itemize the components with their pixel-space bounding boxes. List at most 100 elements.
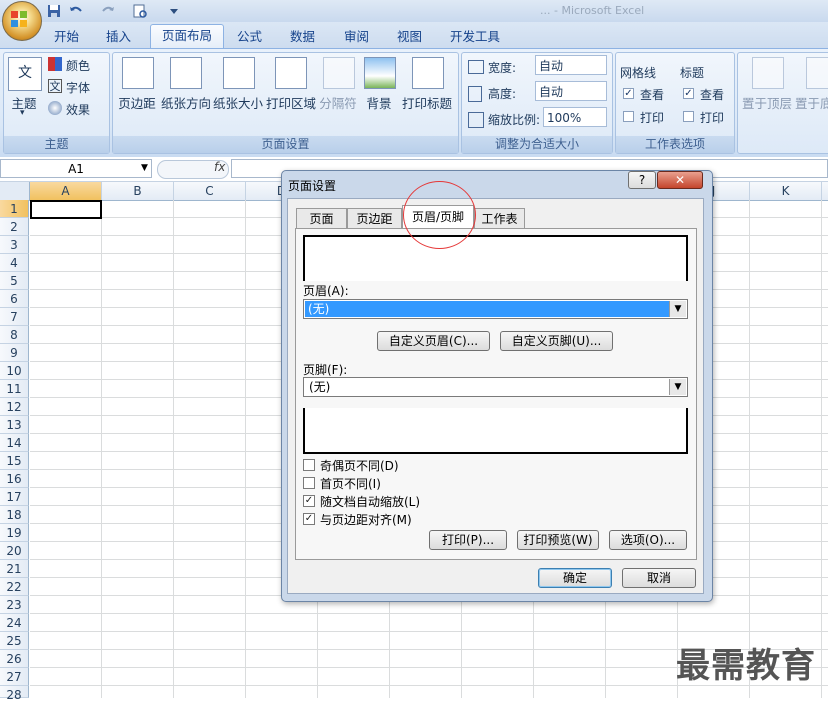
print-button[interactable]: 打印(P)... [429, 530, 507, 550]
row-header[interactable]: 14 [0, 434, 29, 452]
first-page-checkbox[interactable] [303, 477, 315, 489]
row-header[interactable]: 11 [0, 380, 29, 398]
odd-even-label: 奇偶页不同(D) [320, 459, 399, 473]
row-header[interactable]: 9 [0, 344, 29, 362]
dialog-tab-sheet[interactable]: 工作表 [474, 208, 525, 228]
footer-select[interactable]: (无) ▼ [303, 377, 688, 397]
close-button[interactable]: ✕ [657, 171, 703, 189]
tab-view[interactable]: 视图 [397, 27, 422, 47]
headings-view-label: 查看 [700, 88, 725, 102]
tab-data[interactable]: 数据 [290, 27, 315, 47]
grid-line [173, 200, 174, 698]
name-box-dropdown-icon[interactable]: ▼ [141, 163, 148, 173]
active-cell[interactable] [30, 200, 102, 219]
gridlines-view-label: 查看 [640, 88, 665, 102]
tab-page-layout[interactable]: 页面布局 [150, 24, 224, 49]
bring-to-front-button[interactable]: 置于顶层 [742, 93, 792, 112]
print-preview-icon[interactable] [132, 3, 148, 19]
headings-print-label: 打印 [700, 111, 725, 125]
row-header[interactable]: 7 [0, 308, 29, 326]
orientation-button[interactable]: 纸张方向 [160, 93, 212, 112]
dialog-tab-page[interactable]: 页面 [296, 208, 347, 228]
select-all-corner[interactable] [0, 182, 30, 200]
name-box[interactable]: A1 [0, 159, 152, 178]
footer-preview [303, 408, 688, 454]
scale-with-doc-label: 随文档自动缩放(L) [320, 495, 421, 509]
row-header[interactable]: 12 [0, 398, 29, 416]
background-button[interactable]: 背景 [360, 93, 398, 112]
height-label: 高度: [488, 87, 517, 101]
row-header[interactable]: 18 [0, 506, 29, 524]
row-header[interactable]: 23 [0, 596, 29, 614]
theme-colors-button[interactable]: 颜色 [66, 57, 90, 74]
gridlines-print-checkbox[interactable] [623, 111, 634, 122]
row-header[interactable]: 15 [0, 452, 29, 470]
row-header[interactable]: 22 [0, 578, 29, 596]
row-header[interactable]: 25 [0, 632, 29, 650]
scale-with-doc-checkbox[interactable]: ✓ [303, 495, 315, 507]
row-header[interactable]: 17 [0, 488, 29, 506]
row-header[interactable]: 3 [0, 236, 29, 254]
print-titles-button[interactable]: 打印标题 [400, 93, 454, 112]
row-header[interactable]: 28 [0, 686, 29, 702]
ok-button[interactable]: 确定 [538, 568, 612, 588]
row-header[interactable]: 16 [0, 470, 29, 488]
custom-header-button[interactable]: 自定义页眉(C)... [377, 331, 490, 351]
row-header[interactable]: 26 [0, 650, 29, 668]
row-header[interactable]: 24 [0, 614, 29, 632]
tab-review[interactable]: 审阅 [344, 27, 369, 47]
send-to-back-button[interactable]: 置于底层 [795, 93, 828, 112]
headings-label: 标题 [680, 66, 705, 80]
row-header[interactable]: 19 [0, 524, 29, 542]
cancel-button[interactable]: 取消 [622, 568, 696, 588]
column-header[interactable]: B [102, 182, 174, 200]
print-preview-button[interactable]: 打印预览(W) [517, 530, 599, 550]
breaks-icon [323, 57, 355, 89]
print-area-button[interactable]: 打印区域 [265, 93, 317, 112]
theme-effects-button[interactable]: 效果 [66, 101, 90, 118]
height-combo[interactable]: 自动 [535, 81, 607, 101]
row-header[interactable]: 6 [0, 290, 29, 308]
help-button[interactable]: ? [628, 171, 656, 189]
chevron-down-icon[interactable]: ▼ [669, 379, 686, 395]
custom-footer-button[interactable]: 自定义页脚(U)... [500, 331, 613, 351]
row-header[interactable]: 27 [0, 668, 29, 686]
row-header[interactable]: 13 [0, 416, 29, 434]
customize-icon[interactable] [166, 3, 182, 19]
save-icon[interactable] [46, 3, 62, 19]
tab-home[interactable]: 开始 [54, 27, 79, 47]
paper-size-button[interactable]: 纸张大小 [212, 93, 264, 112]
zoom-spinner[interactable]: 100% [543, 107, 607, 127]
gridlines-view-checkbox[interactable]: ✓ [623, 88, 634, 99]
row-header[interactable]: 4 [0, 254, 29, 272]
tab-formulas[interactable]: 公式 [237, 27, 262, 47]
row-header[interactable]: 10 [0, 362, 29, 380]
row-header[interactable]: 5 [0, 272, 29, 290]
width-combo[interactable]: 自动 [535, 55, 607, 75]
chevron-down-icon[interactable]: ▼ [669, 301, 686, 317]
column-header[interactable]: K [750, 182, 822, 200]
row-header[interactable]: 21 [0, 560, 29, 578]
headings-view-checkbox[interactable]: ✓ [683, 88, 694, 99]
breaks-button[interactable]: 分隔符 [318, 93, 358, 112]
margins-button[interactable]: 页边距 [115, 93, 159, 112]
header-select[interactable]: (无) ▼ [303, 299, 688, 319]
options-button[interactable]: 选项(O)... [609, 530, 687, 550]
row-header[interactable]: 8 [0, 326, 29, 344]
column-header[interactable]: C [174, 182, 246, 200]
redo-icon[interactable] [100, 3, 116, 19]
dialog-tab-margins[interactable]: 页边距 [347, 208, 402, 228]
headings-print-checkbox[interactable] [683, 111, 694, 122]
theme-fonts-button[interactable]: 字体 [66, 79, 90, 96]
row-header[interactable]: 1 [0, 200, 29, 218]
insert-function-button[interactable]: fx [214, 160, 225, 174]
row-header[interactable]: 20 [0, 542, 29, 560]
tab-insert[interactable]: 插入 [106, 27, 131, 47]
gridlines-print-label: 打印 [640, 111, 665, 125]
undo-icon[interactable] [68, 3, 84, 19]
odd-even-checkbox[interactable] [303, 459, 315, 471]
column-header[interactable]: A [30, 182, 102, 200]
row-header[interactable]: 2 [0, 218, 29, 236]
tab-developer[interactable]: 开发工具 [450, 27, 500, 47]
align-margins-checkbox[interactable]: ✓ [303, 513, 315, 525]
